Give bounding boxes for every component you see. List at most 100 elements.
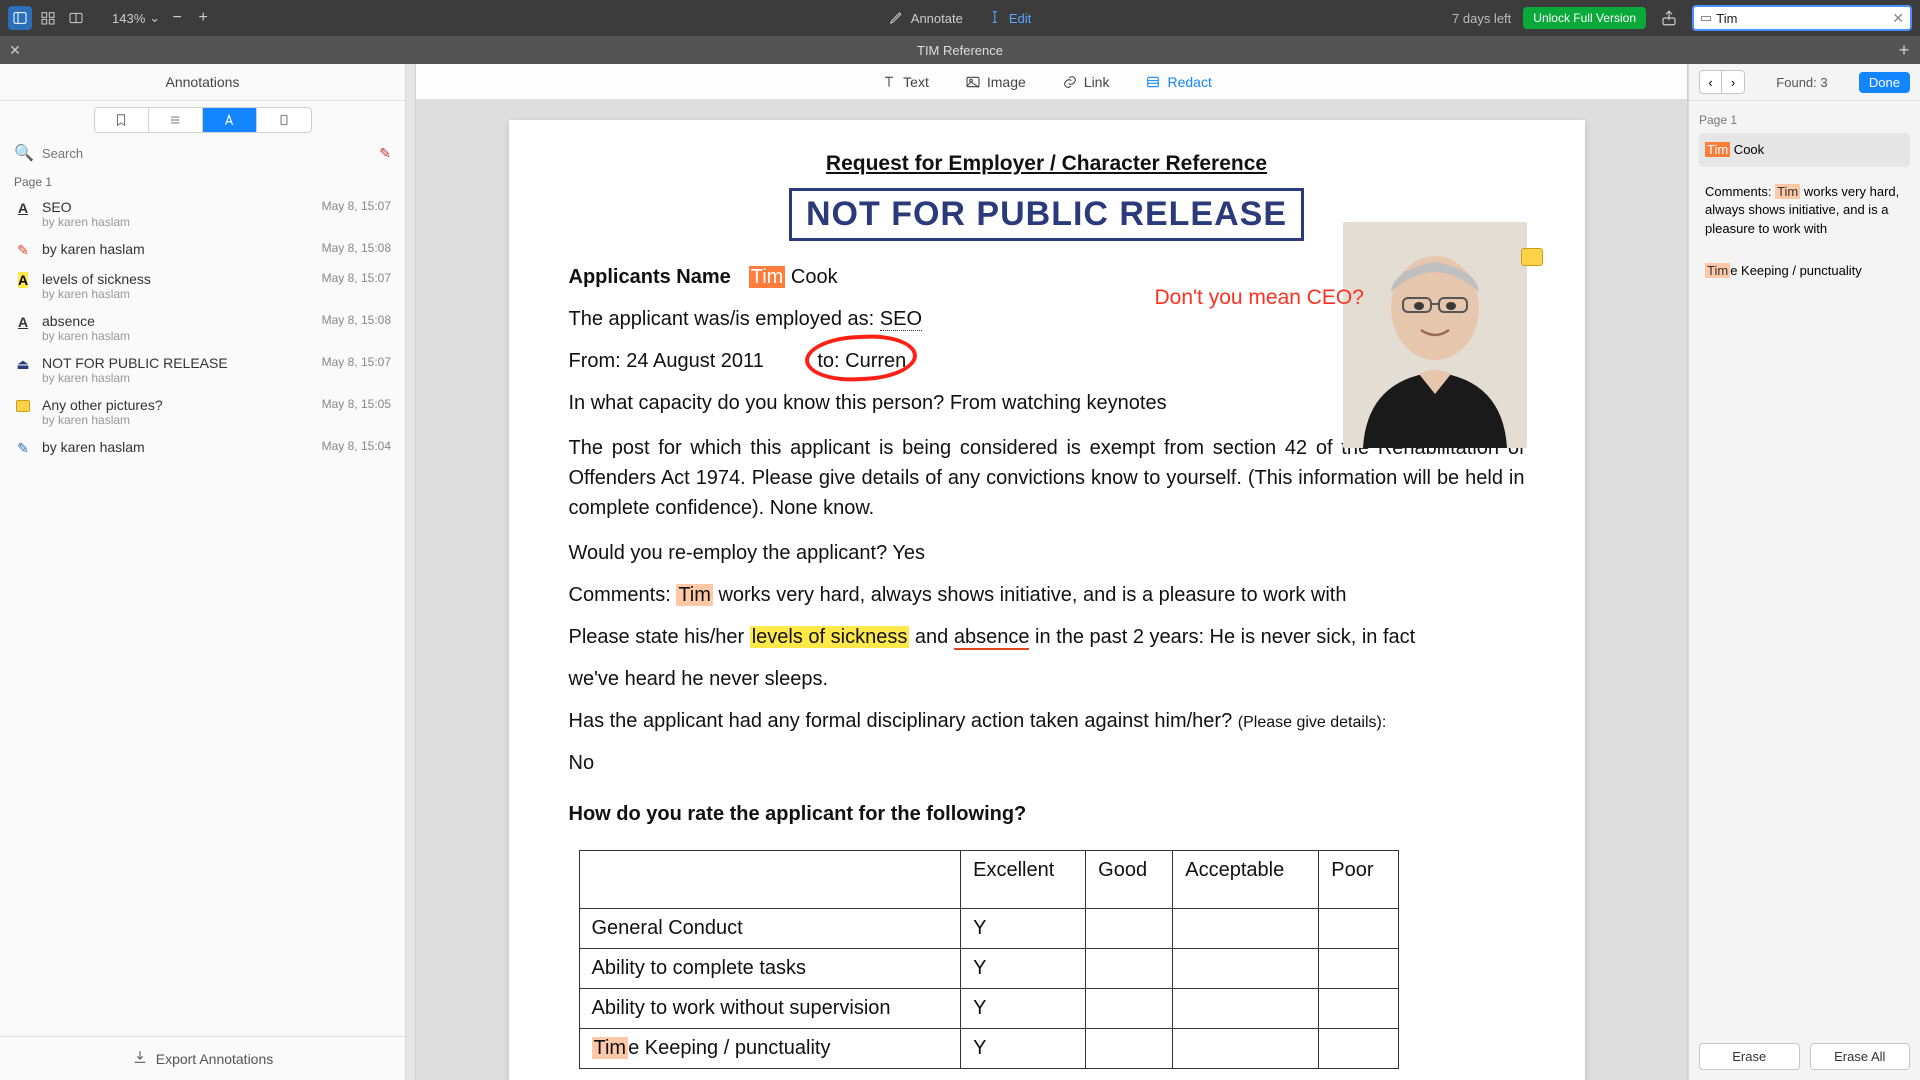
chevron-down-icon: ⌄ — [149, 10, 160, 26]
search-result[interactable]: Comments: Tim works very hard, always sh… — [1699, 175, 1910, 246]
table-row: Ability to complete tasksY — [579, 949, 1398, 989]
document-tab-title[interactable]: TIM Reference — [917, 43, 1003, 58]
highlighted-text: Tim — [749, 266, 786, 288]
zoom-dropdown[interactable]: 143%⌄ — [112, 10, 160, 26]
annotation-date: May 8, 15:08 — [322, 313, 391, 343]
annotation-title: by karen haslam — [42, 439, 312, 455]
annotation-date: May 8, 15:05 — [322, 397, 391, 427]
edit-annotations-icon[interactable]: ✎ — [379, 145, 391, 162]
pencil-icon — [889, 9, 905, 28]
table-row: Ability to work without supervisionY — [579, 989, 1398, 1029]
annotation-author: by karen haslam — [42, 413, 312, 427]
search-found-label: Found: 3 — [1751, 75, 1853, 90]
applicant-photo — [1343, 222, 1527, 448]
red-circle-annotation — [803, 332, 917, 384]
annotation-date: May 8, 15:07 — [322, 271, 391, 301]
annotation-author: by karen haslam — [42, 215, 312, 229]
annotation-title: absence — [42, 313, 312, 329]
tool-link[interactable]: Link — [1062, 74, 1110, 90]
share-icon[interactable] — [1658, 7, 1680, 29]
annotation-date: May 8, 15:07 — [322, 355, 391, 385]
document-page[interactable]: Request for Employer / Character Referen… — [509, 120, 1585, 1080]
annotation-type-icon: A — [14, 313, 32, 331]
annotation-title: levels of sickness — [42, 271, 312, 287]
annotation-item[interactable]: A levels of sicknessby karen haslam May … — [0, 265, 405, 307]
tool-image[interactable]: Image — [965, 74, 1026, 90]
search-done-button[interactable]: Done — [1859, 72, 1910, 93]
trial-remaining-label: 7 days left — [1452, 11, 1511, 26]
close-tab-button[interactable]: ✕ — [6, 41, 24, 59]
underlined-text: SEO — [880, 308, 922, 331]
tool-redact[interactable]: Redact — [1145, 74, 1211, 90]
annotation-title: by karen haslam — [42, 241, 312, 257]
search-type-icon: ▭ — [1700, 10, 1712, 26]
red-annotation-text: Don't you mean CEO? — [1155, 286, 1364, 310]
text-cursor-icon — [987, 9, 1003, 28]
annotation-type-icon: A — [14, 271, 32, 289]
doc-stamp: NOT FOR PUBLIC RELEASE — [789, 188, 1304, 241]
annotation-author: by karen haslam — [42, 371, 312, 385]
annotation-item[interactable]: A absenceby karen haslam May 8, 15:08 — [0, 307, 405, 349]
annotation-item[interactable]: Any other pictures?by karen haslam May 8… — [0, 391, 405, 433]
table-row: Time Keeping / punctualityY — [579, 1029, 1398, 1069]
filter-page-icon[interactable] — [257, 108, 311, 132]
annotate-mode-tab[interactable]: Annotate — [889, 9, 963, 28]
annotation-item[interactable]: ⏏ NOT FOR PUBLIC RELEASEby karen haslam … — [0, 349, 405, 391]
annotation-author: by karen haslam — [42, 287, 312, 301]
underlined-text: absence — [954, 626, 1030, 650]
view-split-icon[interactable] — [64, 6, 88, 30]
unlock-full-version-button[interactable]: Unlock Full Version — [1523, 7, 1646, 29]
view-sidebar-icon[interactable] — [8, 6, 32, 30]
erase-all-button[interactable]: Erase All — [1810, 1043, 1911, 1070]
new-tab-button[interactable]: + — [1892, 38, 1916, 62]
annotation-type-icon: A — [14, 199, 32, 217]
annotation-title: NOT FOR PUBLIC RELEASE — [42, 355, 312, 371]
annotation-title: Any other pictures? — [42, 397, 312, 413]
view-thumbnails-icon[interactable] — [36, 6, 60, 30]
annotation-item[interactable]: ✎ by karen haslam May 8, 15:08 — [0, 235, 405, 265]
doc-heading: Request for Employer / Character Referen… — [569, 152, 1525, 176]
applicant-name-label: Applicants Name — [569, 266, 731, 288]
annotation-type-icon — [14, 397, 32, 415]
erase-button[interactable]: Erase — [1699, 1043, 1800, 1070]
zoom-in-button[interactable]: + — [194, 9, 212, 27]
filter-bookmark-icon[interactable] — [95, 108, 149, 132]
annotations-panel-title: Annotations — [0, 64, 405, 101]
highlighted-text: levels of sickness — [750, 626, 910, 648]
annotations-page-label: Page 1 — [0, 171, 405, 193]
search-input[interactable] — [1716, 11, 1892, 26]
sidebar-resize-handle[interactable] — [406, 64, 416, 1080]
rating-table: ExcellentGoodAcceptablePoor General Cond… — [579, 850, 1399, 1069]
search-next-button[interactable]: › — [1722, 71, 1744, 93]
highlighted-text: Tim — [676, 584, 713, 606]
search-result[interactable]: Time Keeping / punctuality — [1699, 254, 1910, 288]
annotation-date: May 8, 15:08 — [322, 241, 391, 259]
tool-text[interactable]: Text — [881, 74, 929, 90]
clear-search-icon[interactable]: ✕ — [1892, 10, 1904, 27]
annotation-author: by karen haslam — [42, 329, 312, 343]
filter-annotations-icon[interactable] — [203, 108, 257, 132]
sticky-note-icon[interactable] — [1521, 248, 1543, 266]
annotation-date: May 8, 15:04 — [322, 439, 391, 457]
annotation-item[interactable]: A SEOby karen haslam May 8, 15:07 — [0, 193, 405, 235]
table-row: General ConductY — [579, 909, 1398, 949]
reemploy-text: Would you re-employ the applicant? Yes — [569, 537, 1525, 569]
search-prev-button[interactable]: ‹ — [1700, 71, 1722, 93]
zoom-out-button[interactable]: − — [168, 9, 186, 27]
annotation-type-icon: ✎ — [14, 241, 32, 259]
filter-list-icon[interactable] — [149, 108, 203, 132]
annotation-type-icon: ✎ — [14, 439, 32, 457]
search-result[interactable]: Tim Cook — [1699, 133, 1910, 167]
search-page-label: Page 1 — [1699, 113, 1910, 127]
search-box[interactable]: ▭ ✕ — [1692, 5, 1912, 31]
annotation-item[interactable]: ✎ by karen haslam May 8, 15:04 — [0, 433, 405, 463]
annotation-date: May 8, 15:07 — [322, 199, 391, 229]
annotation-type-icon: ⏏ — [14, 355, 32, 373]
rating-heading: How do you rate the applicant for the fo… — [569, 803, 1525, 826]
export-icon — [132, 1049, 148, 1068]
edit-mode-tab[interactable]: Edit — [987, 9, 1031, 28]
annotations-search-input[interactable] — [42, 146, 371, 161]
export-annotations-button[interactable]: Export Annotations — [0, 1036, 405, 1080]
search-icon: 🔍 — [14, 143, 34, 163]
annotation-title: SEO — [42, 199, 312, 215]
